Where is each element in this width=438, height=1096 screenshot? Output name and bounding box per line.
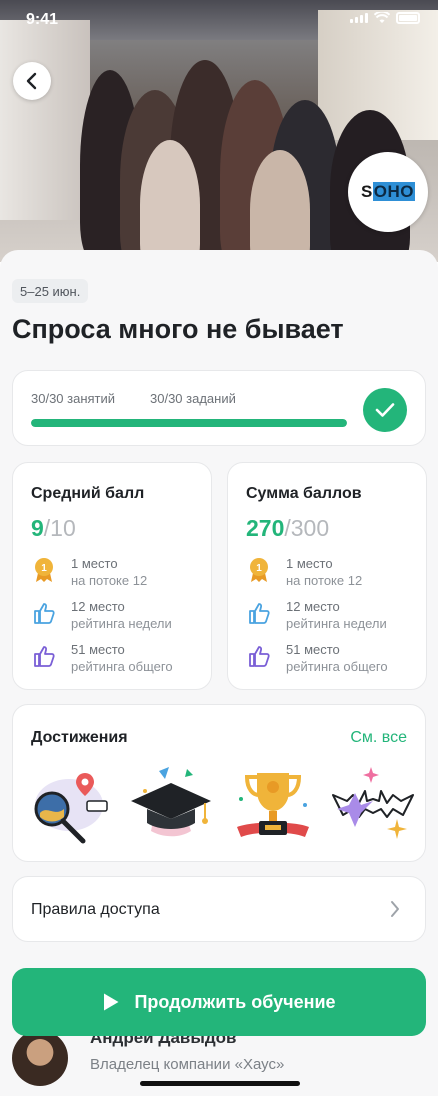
wifi-icon — [374, 12, 390, 23]
medal-icon: 1 — [31, 557, 57, 583]
trophy-illustration[interactable] — [231, 765, 315, 849]
rank-row: 1 1 место на потоке 12 — [246, 555, 362, 589]
progress-card: 30/30 занятий 30/30 заданий — [12, 370, 426, 446]
progress-bar-fill — [31, 419, 347, 427]
tasks-progress-label: 30/30 заданий — [150, 391, 236, 406]
avatar — [12, 1030, 68, 1086]
date-range-chip: 5–25 июн. — [12, 279, 89, 303]
stat-title: Сумма баллов — [246, 485, 362, 502]
status-icons — [350, 12, 420, 24]
rank-row: 51 место рейтинга общего — [31, 641, 173, 675]
rank-row: 12 место рейтинга недели — [246, 598, 387, 632]
company-logo: SOHO — [348, 152, 428, 232]
rank-row: 1 1 место на потоке 12 — [31, 555, 147, 589]
chevron-left-icon — [26, 72, 37, 90]
home-indicator[interactable] — [140, 1081, 300, 1086]
author-role: Владелец компании «Хаус» — [90, 1056, 285, 1073]
stat-value: 9/10 — [31, 515, 76, 541]
rank-row: 51 место рейтинга общего — [246, 641, 388, 675]
course-title: Спроса много не бывает — [12, 314, 344, 344]
see-all-link[interactable]: См. все — [350, 729, 407, 747]
achievements-card: Достижения См. все — [12, 704, 426, 862]
back-button[interactable] — [13, 62, 51, 100]
thumbs-up-icon — [246, 600, 272, 626]
play-icon — [104, 993, 119, 1011]
total-score-card: Сумма баллов 270/300 1 1 место на потоке … — [227, 462, 427, 690]
access-rules-label: Правила доступа — [31, 901, 160, 918]
chevron-right-icon — [391, 901, 399, 917]
lessons-progress-label: 30/30 занятий — [31, 391, 116, 406]
thumbs-up-icon — [31, 600, 57, 626]
continue-learning-button[interactable]: Продолжить обучение — [12, 968, 426, 1036]
status-bar: 9:41 — [0, 0, 438, 44]
completed-badge — [363, 388, 407, 432]
svg-text:1: 1 — [256, 563, 262, 574]
continue-learning-label: Продолжить обучение — [134, 991, 336, 1012]
stat-title: Средний балл — [31, 485, 145, 502]
achievements-title: Достижения — [31, 729, 128, 746]
battery-icon — [396, 12, 420, 24]
graduation-cap-illustration[interactable] — [129, 765, 213, 849]
medal-icon: 1 — [246, 557, 272, 583]
average-score-card: Средний балл 9/10 1 1 место на потоке 12 … — [12, 462, 212, 690]
stat-value: 270/300 — [246, 515, 330, 541]
thumbs-up-icon — [246, 643, 272, 669]
access-rules-row[interactable]: Правила доступа — [12, 876, 426, 942]
signal-icon — [350, 13, 368, 23]
bat-sparkle-illustration[interactable] — [331, 765, 415, 849]
magnifier-illustration[interactable] — [25, 765, 109, 849]
status-time: 9:41 — [26, 11, 59, 28]
thumbs-up-icon — [31, 643, 57, 669]
svg-text:1: 1 — [41, 563, 47, 574]
check-icon — [375, 403, 395, 417]
rank-row: 12 место рейтинга недели — [31, 598, 172, 632]
progress-bar — [31, 419, 347, 427]
